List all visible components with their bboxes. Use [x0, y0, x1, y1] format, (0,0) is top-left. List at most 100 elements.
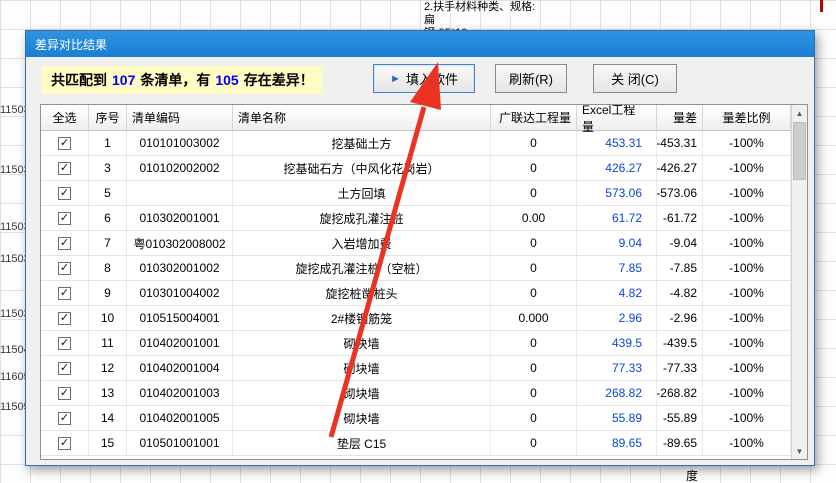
cell-diff: -4.82	[657, 281, 703, 305]
cell-ratio: -100%	[703, 181, 791, 205]
close-button-label: 关 闭(C)	[611, 69, 659, 88]
table-body: ✓1010101003002挖基础土方0453.31-453.31-100%✓3…	[41, 131, 791, 456]
table-row[interactable]: ✓3010102002002挖基础石方（中风化花岗岩）0426.27-426.2…	[41, 156, 791, 181]
cell-excel: 439.5	[577, 331, 657, 355]
table-row[interactable]: ✓7粤010302008002入岩增加费09.04-9.04-100%	[41, 231, 791, 256]
row-checkbox[interactable]: ✓	[58, 287, 71, 300]
cell-gld: 0	[491, 381, 577, 405]
diff-count: 105	[215, 72, 238, 88]
cell-gld: 0	[491, 406, 577, 430]
cell-seq: 11	[89, 331, 127, 355]
cell-name: 土方回填	[233, 181, 491, 205]
cell-name: 入岩增加费	[233, 231, 491, 255]
cell-code: 010402001005	[127, 406, 233, 430]
row-checkbox-cell: ✓	[41, 306, 89, 330]
cell-diff: -7.85	[657, 256, 703, 280]
table-row[interactable]: ✓12010402001004砌块墙077.33-77.33-100%	[41, 356, 791, 381]
close-button[interactable]: 关 闭(C)	[593, 64, 677, 93]
row-checkbox-cell: ✓	[41, 431, 89, 455]
cell-seq: 5	[89, 181, 127, 205]
cell-seq: 3	[89, 156, 127, 180]
table-row[interactable]: ✓13010402001003砌块墙0268.82-268.82-100%	[41, 381, 791, 406]
row-checkbox[interactable]: ✓	[58, 262, 71, 275]
screen: 2.扶手材料种类、规格:扁 钢-95*10 115031150311503115…	[0, 0, 836, 483]
row-checkbox[interactable]: ✓	[58, 187, 71, 200]
table-row[interactable]: ✓8010302001002旋挖成孔灌注桩（空桩）07.85-7.85-100%	[41, 256, 791, 281]
cell-diff: -268.82	[657, 381, 703, 405]
cell-gld: 0.000	[491, 306, 577, 330]
row-checkbox[interactable]: ✓	[58, 212, 71, 225]
scroll-down-icon[interactable]: ▼	[792, 443, 807, 459]
cell-gld: 0	[491, 181, 577, 205]
cell-code: 010402001001	[127, 331, 233, 355]
cell-name: 砌块墙	[233, 356, 491, 380]
row-checkbox[interactable]: ✓	[58, 437, 71, 450]
row-checkbox[interactable]: ✓	[58, 162, 71, 175]
cell-excel: 89.65	[577, 431, 657, 455]
table-row[interactable]: ✓11010402001001砌块墙0439.5-439.5-100%	[41, 331, 791, 356]
header-ratio: 量差比例	[703, 105, 791, 130]
cell-code: 010402001004	[127, 356, 233, 380]
cell-name: 旋挖成孔灌注桩	[233, 206, 491, 230]
fill-button-label: 填入软件	[406, 69, 458, 88]
scrollbar-thumb[interactable]	[793, 122, 806, 180]
cell-name: 旋挖成孔灌注桩（空桩）	[233, 256, 491, 280]
table-header: 全选序号清单编码清单名称广联达工程量Excel工程量量差量差比例	[41, 105, 791, 131]
diff-table: 全选序号清单编码清单名称广联达工程量Excel工程量量差量差比例 ✓101010…	[40, 104, 808, 460]
match-summary: 共匹配到 107 条清单，有 105 存在差异！	[42, 66, 323, 94]
cell-seq: 1	[89, 131, 127, 155]
cell-gld: 0	[491, 231, 577, 255]
cell-diff: -573.06	[657, 181, 703, 205]
scroll-up-icon[interactable]: ▲	[792, 105, 807, 121]
table-row[interactable]: ✓1010101003002挖基础土方0453.31-453.31-100%	[41, 131, 791, 156]
header-code: 清单编码	[127, 105, 233, 130]
cell-excel: 268.82	[577, 381, 657, 405]
header-seq: 序号	[89, 105, 127, 130]
cell-excel: 77.33	[577, 356, 657, 380]
row-checkbox-cell: ✓	[41, 231, 89, 255]
cell-diff: -61.72	[657, 206, 703, 230]
cell-name: 砌块墙	[233, 381, 491, 405]
cell-ratio: -100%	[703, 431, 791, 455]
cell-code: 010501001001	[127, 431, 233, 455]
cell-seq: 10	[89, 306, 127, 330]
cell-ratio: -100%	[703, 206, 791, 230]
table-row[interactable]: ✓5土方回填0573.06-573.06-100%	[41, 181, 791, 206]
cell-code: 010302001002	[127, 256, 233, 280]
row-checkbox-cell: ✓	[41, 256, 89, 280]
cell-seq: 14	[89, 406, 127, 430]
cell-excel: 55.89	[577, 406, 657, 430]
row-checkbox-cell: ✓	[41, 156, 89, 180]
vertical-scrollbar[interactable]: ▲ ▼	[791, 105, 807, 459]
row-checkbox[interactable]: ✓	[58, 412, 71, 425]
row-checkbox[interactable]: ✓	[58, 337, 71, 350]
cell-name: 挖基础土方	[233, 131, 491, 155]
table-row[interactable]: ✓6010302001001旋挖成孔灌注桩0.0061.72-61.72-100…	[41, 206, 791, 231]
cell-code: 010101003002	[127, 131, 233, 155]
fill-to-software-button[interactable]: ► 填入软件	[373, 64, 475, 93]
table-row[interactable]: ✓100105150040012#楼钢筋笼0.0002.96-2.96-100%	[41, 306, 791, 331]
row-checkbox[interactable]: ✓	[58, 362, 71, 375]
header-name: 清单名称	[233, 105, 491, 130]
row-checkbox[interactable]: ✓	[58, 137, 71, 150]
cell-excel: 2.96	[577, 306, 657, 330]
cell-ratio: -100%	[703, 156, 791, 180]
cell-ratio: -100%	[703, 406, 791, 430]
dialog-title: 差异对比结果	[35, 36, 107, 53]
row-checkbox[interactable]: ✓	[58, 312, 71, 325]
table-row[interactable]: ✓14010402001005砌块墙055.89-55.89-100%	[41, 406, 791, 431]
table-row[interactable]: ✓15010501001001垫层 C15089.65-89.65-100%	[41, 431, 791, 456]
refresh-button[interactable]: 刷新(R)	[495, 64, 567, 93]
cell-diff: -55.89	[657, 406, 703, 430]
cell-ratio: -100%	[703, 331, 791, 355]
table-row[interactable]: ✓9010301004002旋挖桩凿桩头04.82-4.82-100%	[41, 281, 791, 306]
cell-excel: 453.31	[577, 131, 657, 155]
header-diff: 量差	[657, 105, 703, 130]
header-select-all[interactable]: 全选	[41, 105, 89, 130]
cell-diff: -2.96	[657, 306, 703, 330]
row-checkbox-cell: ✓	[41, 206, 89, 230]
row-checkbox[interactable]: ✓	[58, 387, 71, 400]
background-bottom-text: 度	[686, 467, 698, 483]
cell-gld: 0	[491, 156, 577, 180]
row-checkbox[interactable]: ✓	[58, 237, 71, 250]
